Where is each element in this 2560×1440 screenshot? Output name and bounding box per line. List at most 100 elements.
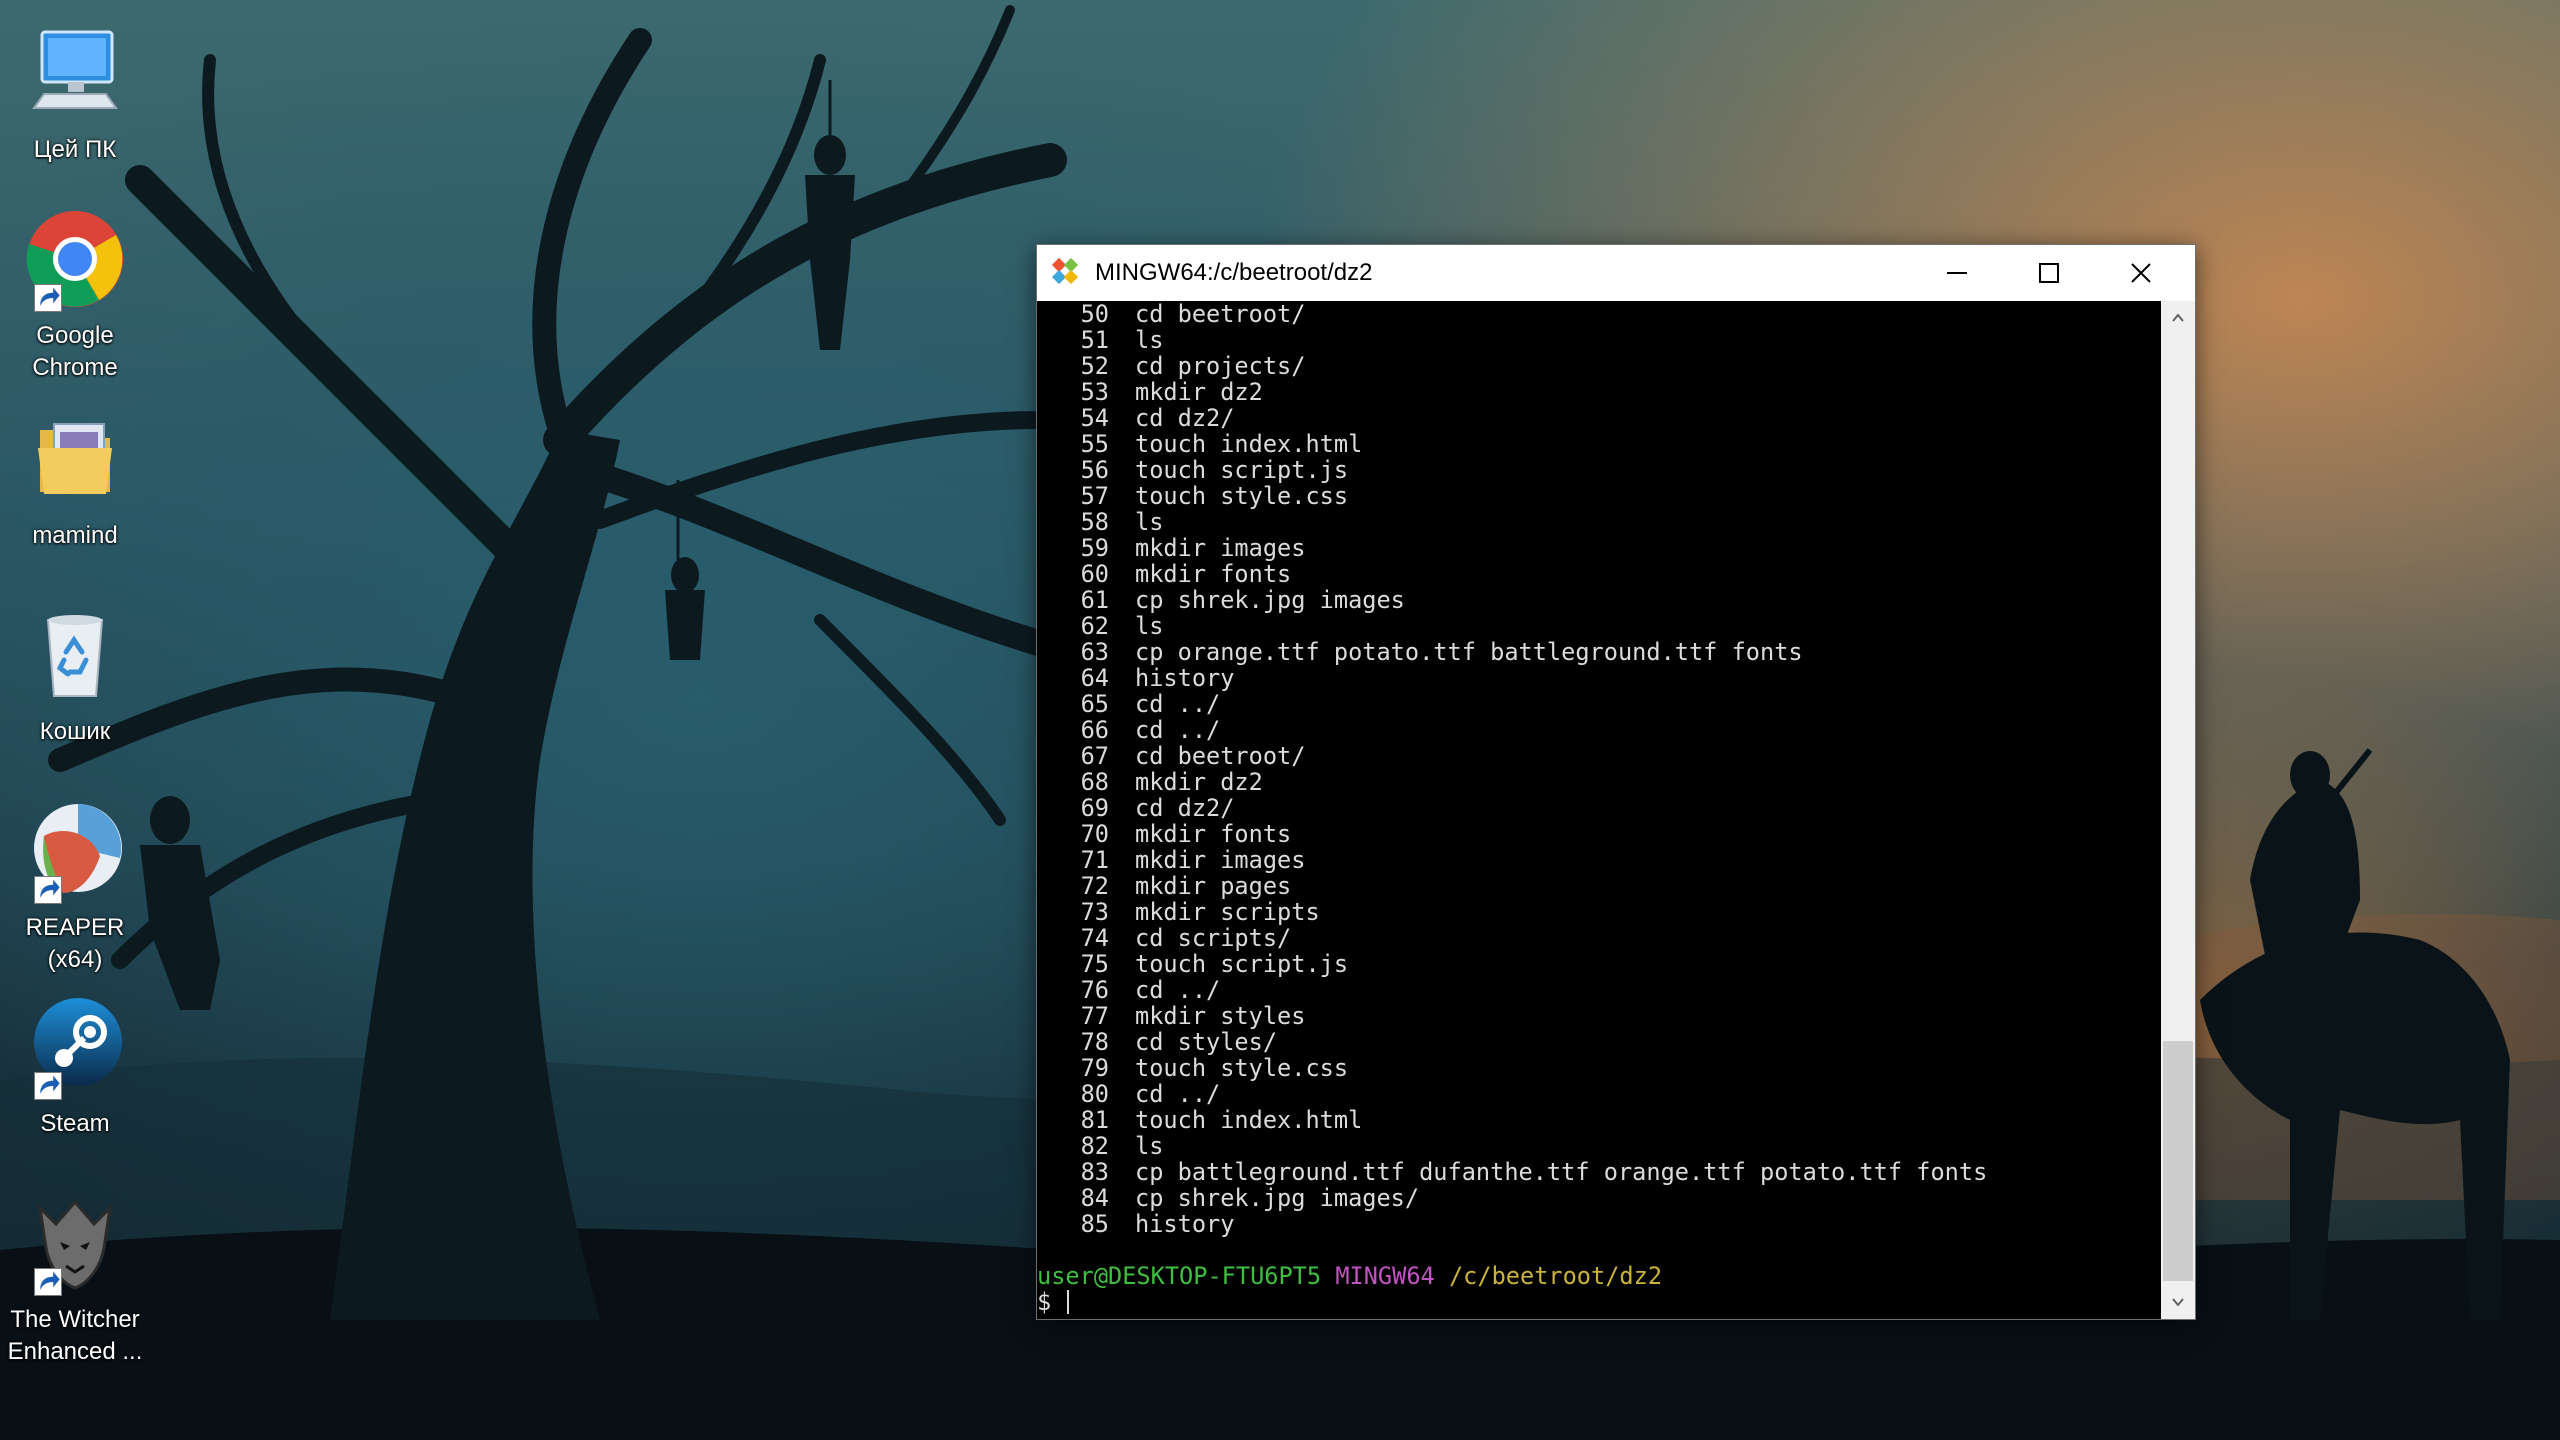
shortcut-arrow-icon bbox=[34, 876, 62, 904]
minimize-button[interactable] bbox=[1911, 245, 2003, 301]
desktop-icon-label: mamind bbox=[32, 522, 118, 549]
history-command: touch index.html bbox=[1135, 1106, 1363, 1134]
history-number: 63 bbox=[1080, 638, 1109, 666]
history-line: 67 cd beetroot/ bbox=[1037, 743, 2159, 769]
close-icon bbox=[2131, 263, 2151, 283]
history-number: 57 bbox=[1080, 482, 1109, 510]
history-line: 68 mkdir dz2 bbox=[1037, 769, 2159, 795]
history-command: cd projects/ bbox=[1135, 352, 1306, 380]
desktop-icon-the-witcher[interactable]: The Witcher Enhanced ... bbox=[0, 1180, 150, 1365]
history-number: 81 bbox=[1080, 1106, 1109, 1134]
history-number: 56 bbox=[1080, 456, 1109, 484]
history-number: 83 bbox=[1080, 1158, 1109, 1186]
window-titlebar[interactable]: MINGW64:/c/beetroot/dz2 bbox=[1037, 245, 2195, 301]
history-command: mkdir scripts bbox=[1135, 898, 1320, 926]
history-command: cd ../ bbox=[1135, 976, 1221, 1004]
history-line: 52 cd projects/ bbox=[1037, 353, 2159, 379]
history-command: mkdir images bbox=[1135, 846, 1306, 874]
history-command: cd ../ bbox=[1135, 690, 1221, 718]
history-number: 59 bbox=[1080, 534, 1109, 562]
history-command: history bbox=[1135, 1210, 1235, 1238]
history-number: 82 bbox=[1080, 1132, 1109, 1160]
close-button[interactable] bbox=[2095, 245, 2187, 301]
history-number: 70 bbox=[1080, 820, 1109, 848]
history-line: 56 touch script.js bbox=[1037, 457, 2159, 483]
desktop-icon-this-pc[interactable]: Цей ПК bbox=[0, 10, 150, 190]
scroll-up-button[interactable] bbox=[2161, 301, 2195, 335]
prompt-line: user@DESKTOP-FTU6PT5 MINGW64 /c/beetroot… bbox=[1037, 1263, 2159, 1289]
history-line: 66 cd ../ bbox=[1037, 717, 2159, 743]
history-command: cd ../ bbox=[1135, 716, 1221, 744]
vertical-scrollbar[interactable] bbox=[2161, 301, 2195, 1319]
history-line: 54 cd dz2/ bbox=[1037, 405, 2159, 431]
history-number: 61 bbox=[1080, 586, 1109, 614]
history-number: 52 bbox=[1080, 352, 1109, 380]
history-command: ls bbox=[1135, 326, 1164, 354]
desktop-icon-label: REAPER (x64) bbox=[25, 914, 125, 973]
scroll-down-button[interactable] bbox=[2161, 1285, 2195, 1319]
history-number: 85 bbox=[1080, 1210, 1109, 1238]
desktop-icon-steam[interactable]: Steam bbox=[0, 984, 150, 1164]
history-number: 80 bbox=[1080, 1080, 1109, 1108]
history-line: 76 cd ../ bbox=[1037, 977, 2159, 1003]
desktop-icon-label: The Witcher Enhanced ... bbox=[7, 1306, 143, 1365]
history-number: 77 bbox=[1080, 1002, 1109, 1030]
scrollbar-thumb[interactable] bbox=[2163, 1041, 2193, 1281]
history-command: ls bbox=[1135, 612, 1164, 640]
shortcut-arrow-icon bbox=[34, 1072, 62, 1100]
history-command: cd dz2/ bbox=[1135, 404, 1235, 432]
history-line: 72 mkdir pages bbox=[1037, 873, 2159, 899]
history-line: 50 cd beetroot/ bbox=[1037, 301, 2159, 327]
desktop-icon-google-chrome[interactable]: Google Chrome bbox=[0, 196, 150, 381]
history-command: cd beetroot/ bbox=[1135, 742, 1306, 770]
terminal-output[interactable]: 50 cd beetroot/51 ls 52 cd projects/53 mkdir … bbox=[1037, 301, 2159, 1319]
history-command: cp shrek.jpg images bbox=[1135, 586, 1405, 614]
history-command: cp battleground.ttf dufanthe.ttf orange.… bbox=[1135, 1158, 1988, 1186]
history-number: 84 bbox=[1080, 1184, 1109, 1212]
history-number: 72 bbox=[1080, 872, 1109, 900]
history-command: mkdir dz2 bbox=[1135, 378, 1263, 406]
desktop-icon-column: Цей ПК Google Chrome mamind Кошик REAPER… bbox=[0, 0, 150, 1440]
history-line: 84 cp shrek.jpg images/ bbox=[1037, 1185, 2159, 1211]
history-line: 85 history bbox=[1037, 1211, 2159, 1237]
desktop-icon-reaper[interactable]: REAPER (x64) bbox=[0, 788, 150, 973]
shortcut-arrow-icon bbox=[34, 284, 62, 312]
input-line[interactable]: $ bbox=[1037, 1289, 2159, 1315]
history-command: mkdir fonts bbox=[1135, 820, 1292, 848]
text-cursor bbox=[1067, 1290, 1070, 1314]
recycle-bin-icon bbox=[46, 615, 104, 697]
history-command: cd beetroot/ bbox=[1135, 301, 1306, 328]
history-number: 69 bbox=[1080, 794, 1109, 822]
history-number: 71 bbox=[1080, 846, 1109, 874]
history-number: 53 bbox=[1080, 378, 1109, 406]
history-line: 61 cp shrek.jpg images bbox=[1037, 587, 2159, 613]
history-number: 55 bbox=[1080, 430, 1109, 458]
history-command: ls bbox=[1135, 508, 1164, 536]
history-line: 74 cd scripts/ bbox=[1037, 925, 2159, 951]
history-line: 78 cd styles/ bbox=[1037, 1029, 2159, 1055]
prompt-user-host: user@DESKTOP-FTU6PT5 bbox=[1037, 1262, 1322, 1290]
folder-icon bbox=[38, 423, 112, 494]
history-line: 83 cp battleground.ttf dufanthe.ttf orang… bbox=[1037, 1159, 2159, 1185]
desktop-icon-mamind[interactable]: mamind bbox=[0, 396, 150, 576]
history-number: 54 bbox=[1080, 404, 1109, 432]
git-bash-icon bbox=[1051, 257, 1079, 285]
history-line: 69 cd dz2/ bbox=[1037, 795, 2159, 821]
history-line: 82 ls bbox=[1037, 1133, 2159, 1159]
history-number: 60 bbox=[1080, 560, 1109, 588]
terminal-window[interactable]: MINGW64:/c/beetroot/dz2 50 cd beetroot/51… bbox=[1036, 244, 2196, 1320]
history-line: 63 cp orange.ttf potato.ttf battleground.… bbox=[1037, 639, 2159, 665]
history-command: mkdir pages bbox=[1135, 872, 1292, 900]
minimize-icon bbox=[1947, 272, 1967, 274]
maximize-button[interactable] bbox=[2003, 245, 2095, 301]
history-number: 51 bbox=[1080, 326, 1109, 354]
history-line: 71 mkdir images bbox=[1037, 847, 2159, 873]
history-number: 79 bbox=[1080, 1054, 1109, 1082]
desktop-icon-recycle-bin[interactable]: Кошик bbox=[0, 592, 150, 772]
history-command: touch script.js bbox=[1135, 950, 1349, 978]
history-line: 81 touch index.html bbox=[1037, 1107, 2159, 1133]
desktop-icon-label: Google Chrome bbox=[32, 322, 118, 381]
history-command: cp shrek.jpg images/ bbox=[1135, 1184, 1420, 1212]
history-line: 60 mkdir fonts bbox=[1037, 561, 2159, 587]
